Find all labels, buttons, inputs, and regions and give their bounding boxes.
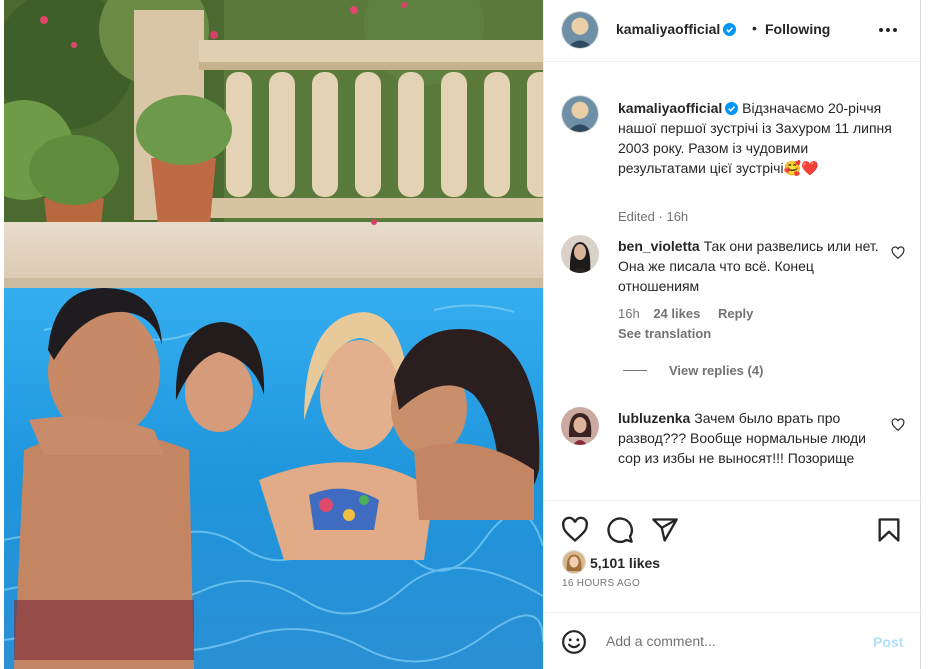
view-replies-button[interactable]: View replies (4) — [623, 363, 763, 378]
post-photo[interactable] — [4, 0, 543, 669]
comment-bubble-icon[interactable] — [606, 516, 634, 544]
bookmark-icon[interactable] — [875, 516, 903, 544]
commenter-avatar[interactable] — [561, 407, 599, 445]
replies-divider-line — [623, 370, 647, 371]
view-replies-label: View replies (4) — [669, 363, 764, 378]
comment-text-block: ben_violetta Так они развелись или нет. … — [618, 236, 888, 296]
post-actions: 5,101 likes 16 HOURS AGO — [544, 500, 921, 612]
meta-dot: · — [658, 209, 663, 224]
author-username-row[interactable]: kamaliyaofficial — [616, 21, 737, 37]
caption-text-block: kamaliyaofficial Відзначаємо 20-річчя на… — [618, 98, 898, 178]
post-time-ago[interactable]: 16 HOURS AGO — [562, 578, 640, 589]
comment-like-heart-icon[interactable] — [891, 246, 905, 260]
see-translation-link[interactable]: See translation — [618, 326, 711, 341]
red-heart-emoji: ❤️ — [801, 160, 819, 176]
caption-author-avatar[interactable] — [561, 95, 599, 133]
post-comment-button[interactable]: Post — [873, 634, 903, 650]
comments-list[interactable]: kamaliyaofficial Відзначаємо 20-річчя на… — [544, 63, 921, 500]
verified-badge-icon — [723, 23, 737, 36]
reply-button[interactable]: Reply — [718, 306, 753, 321]
add-comment-input[interactable] — [606, 630, 856, 652]
author-username[interactable]: kamaliyaofficial — [616, 21, 720, 37]
comment-text-block: lubluzenka Зачем было врать про развод??… — [618, 408, 888, 468]
pool-family-photo — [4, 0, 543, 669]
commenter-avatar[interactable] — [561, 235, 599, 273]
header-separator: • — [752, 20, 757, 36]
comment-likes[interactable]: 24 likes — [653, 306, 700, 321]
paper-plane-icon[interactable] — [651, 516, 679, 544]
likes-count[interactable]: 5,101 likes — [590, 555, 660, 571]
comment-meta: 16h 24 likes Reply — [618, 306, 753, 321]
edited-label: Edited — [618, 209, 655, 224]
more-horizontal-icon[interactable] — [876, 18, 900, 42]
smiling-hearts-emoji: 🥰 — [783, 160, 802, 176]
post-side-panel: kamaliyaofficial • Following kamaliyaoff… — [543, 0, 921, 669]
add-comment-bar: Post — [544, 612, 921, 669]
caption-meta: Edited · 16h — [618, 209, 688, 224]
caption-time[interactable]: 16h — [666, 209, 688, 224]
heart-icon[interactable] — [561, 516, 589, 544]
following-button[interactable]: Following — [765, 21, 830, 37]
verified-badge-icon — [725, 102, 739, 115]
caption-username[interactable]: kamaliyaofficial — [618, 100, 722, 116]
comment-username[interactable]: lubluzenka — [618, 410, 690, 426]
post-header: kamaliyaofficial • Following — [544, 0, 921, 62]
emoji-smile-icon[interactable] — [561, 629, 587, 655]
liker-avatar[interactable] — [562, 550, 586, 574]
instagram-post: kamaliyaofficial • Following kamaliyaoff… — [0, 0, 935, 669]
comment-username[interactable]: ben_violetta — [618, 238, 700, 254]
author-avatar[interactable] — [561, 11, 599, 49]
comment-like-heart-icon[interactable] — [891, 418, 905, 432]
comment-time[interactable]: 16h — [618, 306, 640, 321]
